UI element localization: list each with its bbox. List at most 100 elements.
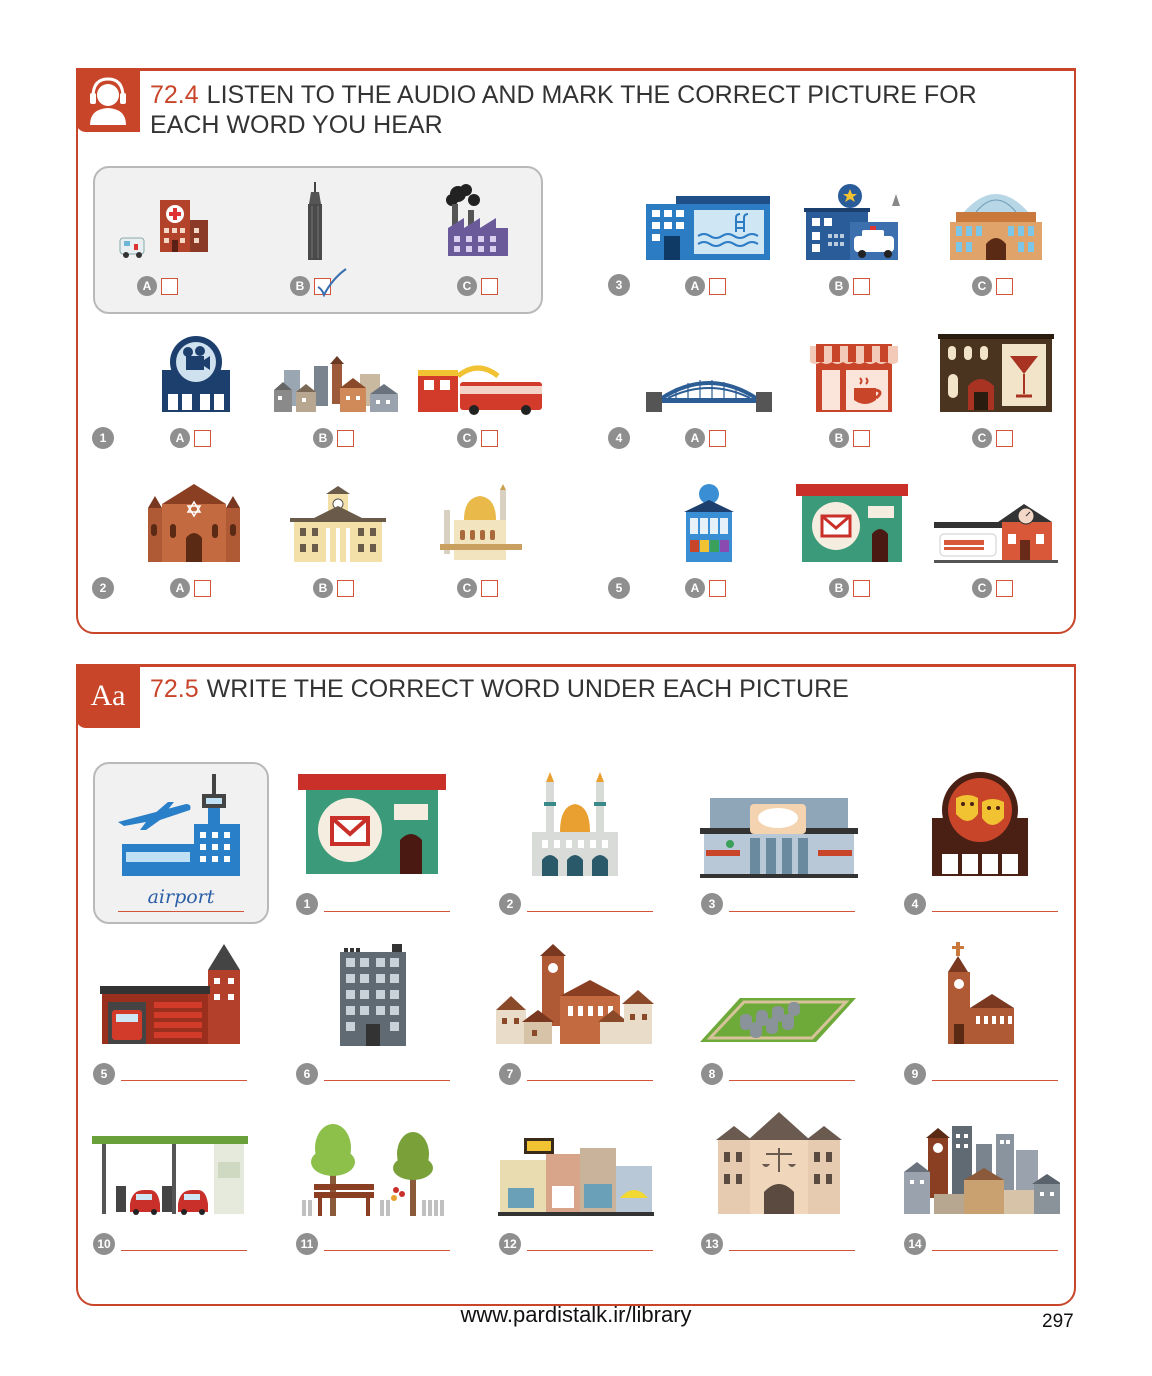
post-office-icon	[796, 484, 908, 562]
option-letter: B	[829, 276, 849, 296]
police-station-icon	[804, 184, 900, 260]
exercise-number: 72.5	[150, 675, 199, 703]
answer-line[interactable]	[729, 911, 855, 912]
page-number: 297	[1042, 1311, 1074, 1332]
exercise-number: 72.4	[150, 81, 199, 109]
row5-option-b: B	[829, 578, 870, 598]
item-number: 8	[701, 1063, 723, 1085]
answer-line[interactable]	[121, 1080, 247, 1081]
checkbox[interactable]	[996, 277, 1013, 295]
bar-icon	[938, 334, 1054, 412]
answer-line[interactable]	[324, 1080, 450, 1081]
answer-line[interactable]	[527, 1250, 653, 1251]
row2-option-c: C	[457, 578, 498, 598]
item-number: 1	[296, 893, 318, 915]
option-letter: B	[313, 578, 333, 598]
answer-line[interactable]	[932, 911, 1058, 912]
example-option-a: A	[137, 276, 178, 296]
row1-option-b: B	[313, 428, 354, 448]
row5-option-c: C	[972, 578, 1013, 598]
row-number: 5	[608, 577, 630, 599]
exercise-instruction: WRITE THE CORRECT WORD UNDER EACH PICTUR…	[206, 675, 849, 703]
answer-line[interactable]	[527, 1080, 653, 1081]
panel-top-rule	[78, 68, 1074, 71]
gas-station-icon	[92, 1136, 248, 1215]
checkbox[interactable]	[194, 579, 211, 597]
checkbox[interactable]	[194, 429, 211, 447]
answer-line[interactable]	[121, 1250, 247, 1251]
answer-line[interactable]	[324, 911, 450, 912]
exercise-instruction: LISTEN TO THE AUDIO AND MARK THE CORRECT…	[150, 81, 977, 139]
option-letter: B	[829, 428, 849, 448]
concert-hall-icon	[950, 194, 1042, 260]
example-option-b: B	[290, 267, 347, 297]
row-number: 2	[92, 577, 114, 599]
panel-top-rule	[78, 664, 1074, 667]
checkbox[interactable]	[709, 277, 726, 295]
mosque-icon	[440, 484, 522, 560]
checkbox[interactable]	[853, 277, 870, 295]
row3-option-b: B	[829, 276, 870, 296]
courthouse-icon	[716, 1112, 842, 1214]
checkbox[interactable]	[709, 579, 726, 597]
option-letter: A	[685, 578, 705, 598]
post-office-icon	[298, 774, 446, 874]
bridge-icon	[646, 380, 772, 412]
headphones-person-icon	[76, 68, 140, 132]
mosque-icon	[532, 772, 618, 876]
answer-line[interactable]	[932, 1080, 1058, 1081]
hospital-icon	[119, 200, 208, 258]
checkbox-checked[interactable]	[314, 267, 347, 297]
checkbox[interactable]	[853, 579, 870, 597]
item-number: 5	[93, 1063, 115, 1085]
option-letter: A	[685, 276, 705, 296]
answer-line[interactable]	[324, 1250, 450, 1251]
town-icon	[496, 944, 654, 1044]
answer-line[interactable]	[729, 1250, 855, 1251]
checkbox[interactable]	[996, 579, 1013, 597]
checkbox[interactable]	[853, 429, 870, 447]
row4-option-a: A	[685, 428, 726, 448]
item-number: 14	[904, 1233, 926, 1255]
swimming-pool-icon	[646, 196, 770, 260]
checkbox[interactable]	[481, 277, 498, 295]
checkbox[interactable]	[337, 579, 354, 597]
checkbox[interactable]	[709, 429, 726, 447]
row3-option-c: C	[972, 276, 1013, 296]
checkbox[interactable]	[481, 429, 498, 447]
footer-url[interactable]: www.pardistalk.ir/library	[0, 1302, 1152, 1328]
item-number: 9	[904, 1063, 926, 1085]
shopping-center-icon	[700, 798, 858, 878]
option-letter: A	[137, 276, 157, 296]
option-letter: C	[972, 276, 992, 296]
checkbox[interactable]	[996, 429, 1013, 447]
answer-line	[118, 911, 244, 912]
answer-line[interactable]	[527, 911, 653, 912]
row-number: 1	[92, 427, 114, 449]
badge-text: Aa	[90, 679, 126, 712]
cinema-icon	[162, 336, 230, 412]
row4-option-b: B	[829, 428, 870, 448]
train-station-icon	[934, 504, 1058, 563]
checkbox[interactable]	[481, 579, 498, 597]
row-number: 4	[608, 427, 630, 449]
answer-line[interactable]	[729, 1080, 855, 1081]
answer-line[interactable]	[932, 1250, 1058, 1251]
factory-icon	[446, 184, 508, 256]
city-icon	[904, 1126, 1060, 1214]
item-number: 4	[904, 893, 926, 915]
checkbox[interactable]	[337, 429, 354, 447]
row-number: 3	[608, 274, 630, 296]
row5-option-a: A	[685, 578, 726, 598]
item-number: 12	[499, 1233, 521, 1255]
option-letter: C	[972, 578, 992, 598]
row1-option-a: A	[170, 428, 211, 448]
example-answer: airport	[147, 886, 215, 908]
checkbox[interactable]	[161, 277, 178, 295]
skyscraper-icon	[308, 182, 322, 260]
exercise-header: 72.5 WRITE THE CORRECT WORD UNDER EACH PI…	[150, 674, 1050, 704]
option-letter: B	[290, 276, 310, 296]
item-number: 7	[499, 1063, 521, 1085]
checkmark-icon	[317, 267, 347, 297]
option-letter: C	[457, 578, 477, 598]
